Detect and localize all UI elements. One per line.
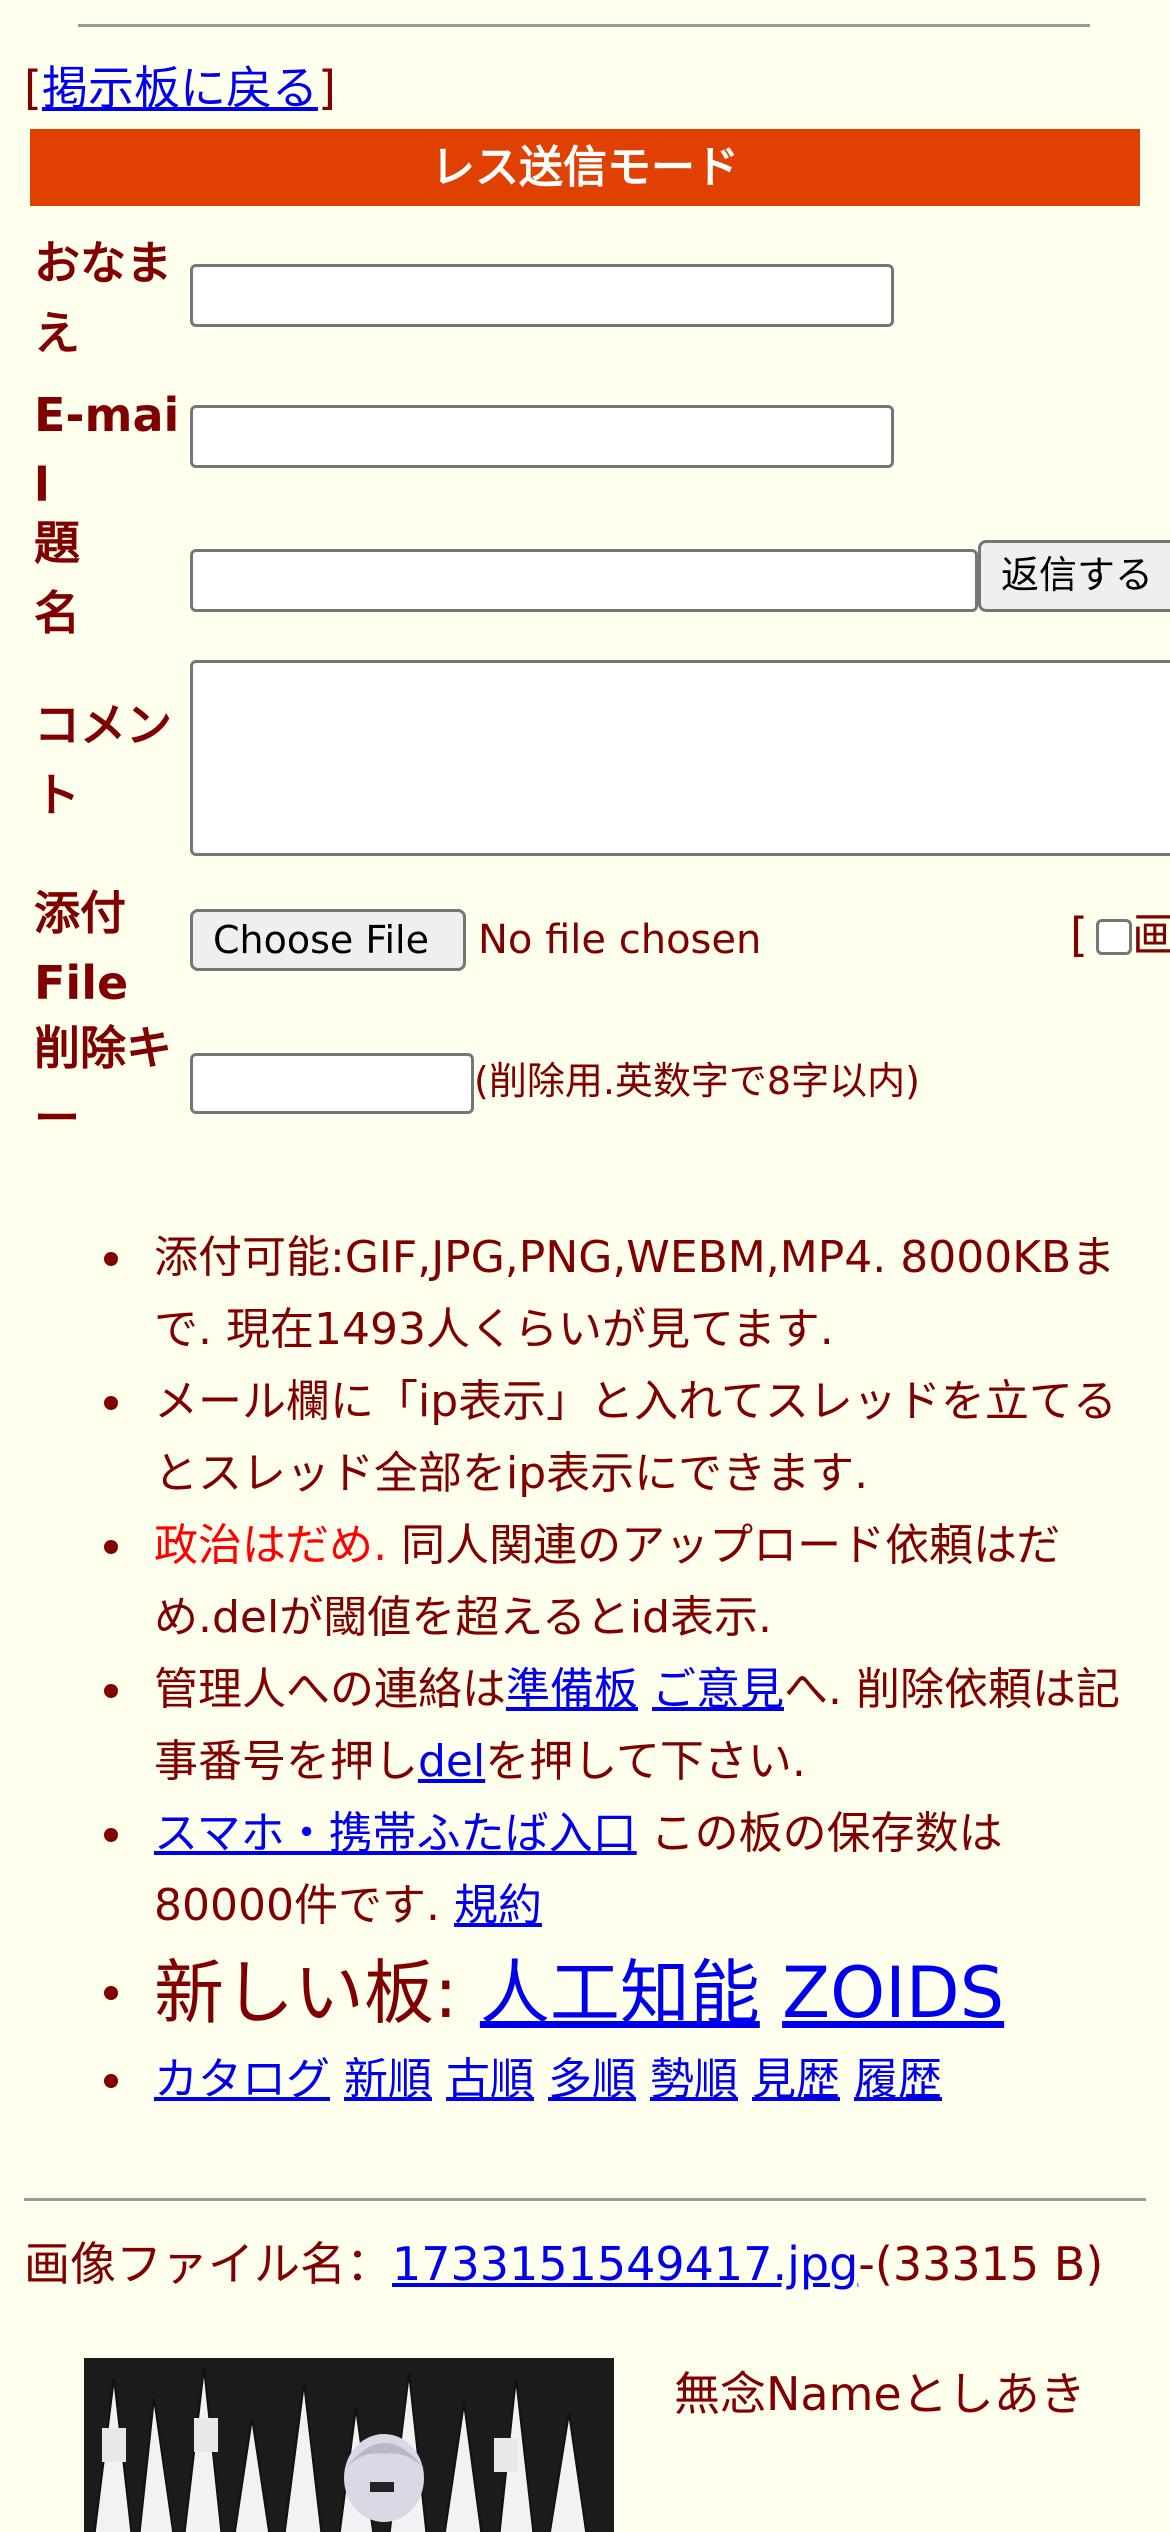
post-thumbnail-image[interactable] [84, 2358, 614, 2532]
no-file-chosen-text: No file chosen [478, 917, 762, 963]
name-label: おなまえ [34, 236, 172, 360]
image-file-size: -(33315 B) [858, 2237, 1104, 2291]
back-bracket-open: [ [24, 61, 42, 115]
back-to-board-link[interactable]: 掲示板に戻る [42, 61, 318, 115]
terms-link[interactable]: 規約 [454, 1880, 542, 1931]
prep-board-link[interactable]: 準備板 [506, 1664, 638, 1715]
catalog-link[interactable]: カタログ [154, 2054, 330, 2105]
rule-ip-text: メール欄に「ip表示」と入れてスレッドを立てるとスレッド全部をip表示にできます… [154, 1376, 1117, 1499]
rule-item: カタログ 新順 古順 多順 勢順 見歴 履歴 [104, 2044, 1170, 2116]
reply-mode-banner: レス送信モード [30, 129, 1140, 206]
ai-board-link[interactable]: 人工知能 [480, 1952, 760, 2034]
rule-item: メール欄に「ip表示」と入れてスレッドを立てるとスレッド全部をip表示にできます… [104, 1366, 1170, 1510]
sort-newest-link[interactable]: 新順 [344, 2054, 432, 2105]
feedback-link[interactable]: ご意見 [652, 1664, 784, 1715]
image-option-bracket: [ [1070, 908, 1088, 962]
rule-contact-text: 管理人への連絡は [154, 1664, 506, 1715]
delete-key-label: 削除キー [34, 1021, 172, 1145]
thumbnail-illustration [84, 2358, 614, 2532]
email-input[interactable] [190, 405, 894, 468]
del-link[interactable]: del [418, 1736, 485, 1787]
reply-submit-button[interactable]: 返信する [978, 540, 1170, 612]
image-file-label: 画像ファイル名： [24, 2237, 392, 2291]
thread-divider [24, 2198, 1146, 2201]
comment-label: コメント [34, 698, 172, 822]
subject-label: 題名 [34, 516, 80, 640]
image-option-checkbox[interactable] [1095, 919, 1132, 955]
rule-delete-text-end: を押して下さい. [485, 1736, 806, 1787]
post-history-link[interactable]: 履歴 [854, 2054, 942, 2105]
back-bracket-close: ] [317, 61, 336, 115]
image-option-label: 画 [1131, 908, 1170, 962]
board-rules-list: 添付可能:GIF,JPG,PNG,WEBM,MP4. 8000KBまで. 現在1… [0, 1222, 1170, 2116]
sort-most-replies-link[interactable]: 多順 [548, 2054, 636, 2105]
rule-item: スマホ・携帯ふたば入口 この板の保存数は80000件です. 規約 [104, 1798, 1170, 1942]
sort-momentum-link[interactable]: 勢順 [650, 2054, 738, 2105]
sort-oldest-link[interactable]: 古順 [446, 2054, 534, 2105]
back-nav: [掲示板に戻る] [24, 58, 336, 118]
image-option: [画 [1070, 905, 1170, 965]
mobile-entrance-link[interactable]: スマホ・携帯ふたば入口 [154, 1808, 637, 1859]
delete-key-hint: (削除用.英数字で8字以内) [474, 1059, 920, 1103]
name-input[interactable] [190, 264, 894, 327]
comment-textarea[interactable] [190, 660, 1170, 856]
file-label: 添付File [34, 886, 129, 1010]
rule-attachments-text: 添付可能:GIF,JPG,PNG,WEBM,MP4. 8000KBまで. 現在1… [154, 1232, 1116, 1355]
new-boards-label: 新しい板: [154, 1952, 480, 2034]
image-file-link[interactable]: 1733151549417.jpg [392, 2237, 858, 2291]
subject-input[interactable] [190, 549, 978, 612]
rule-item: 管理人への連絡は準備板 ご意見へ. 削除依頼は記事番号を押しdelを押して下さい… [104, 1654, 1170, 1798]
page: [掲示板に戻る] レス送信モード おなまえ E-mail 題名 返信する コメン… [0, 0, 1170, 2532]
rule-item: 添付可能:GIF,JPG,PNG,WEBM,MP4. 8000KBまで. 現在1… [104, 1222, 1170, 1366]
image-file-info: 画像ファイル名：1733151549417.jpg-(33315 B) [24, 2234, 1144, 2294]
choose-file-button[interactable]: Choose File [190, 909, 466, 971]
rule-politics-warning: 政治はだめ. [154, 1520, 388, 1571]
delete-key-input[interactable] [190, 1053, 474, 1114]
rule-item: 新しい板: 人工知能 ZOIDS [104, 1942, 1170, 2044]
email-label: E-mail [34, 388, 180, 512]
rule-item: 政治はだめ. 同人関連のアップロード依頼はだめ.delが閾値を超えるとid表示. [104, 1510, 1170, 1654]
post-author-name: 無念Nameとしあき [674, 2367, 1086, 2421]
view-history-link[interactable]: 見歴 [752, 2054, 840, 2105]
zoids-board-link[interactable]: ZOIDS [782, 1952, 1004, 2034]
top-divider [78, 24, 1090, 27]
